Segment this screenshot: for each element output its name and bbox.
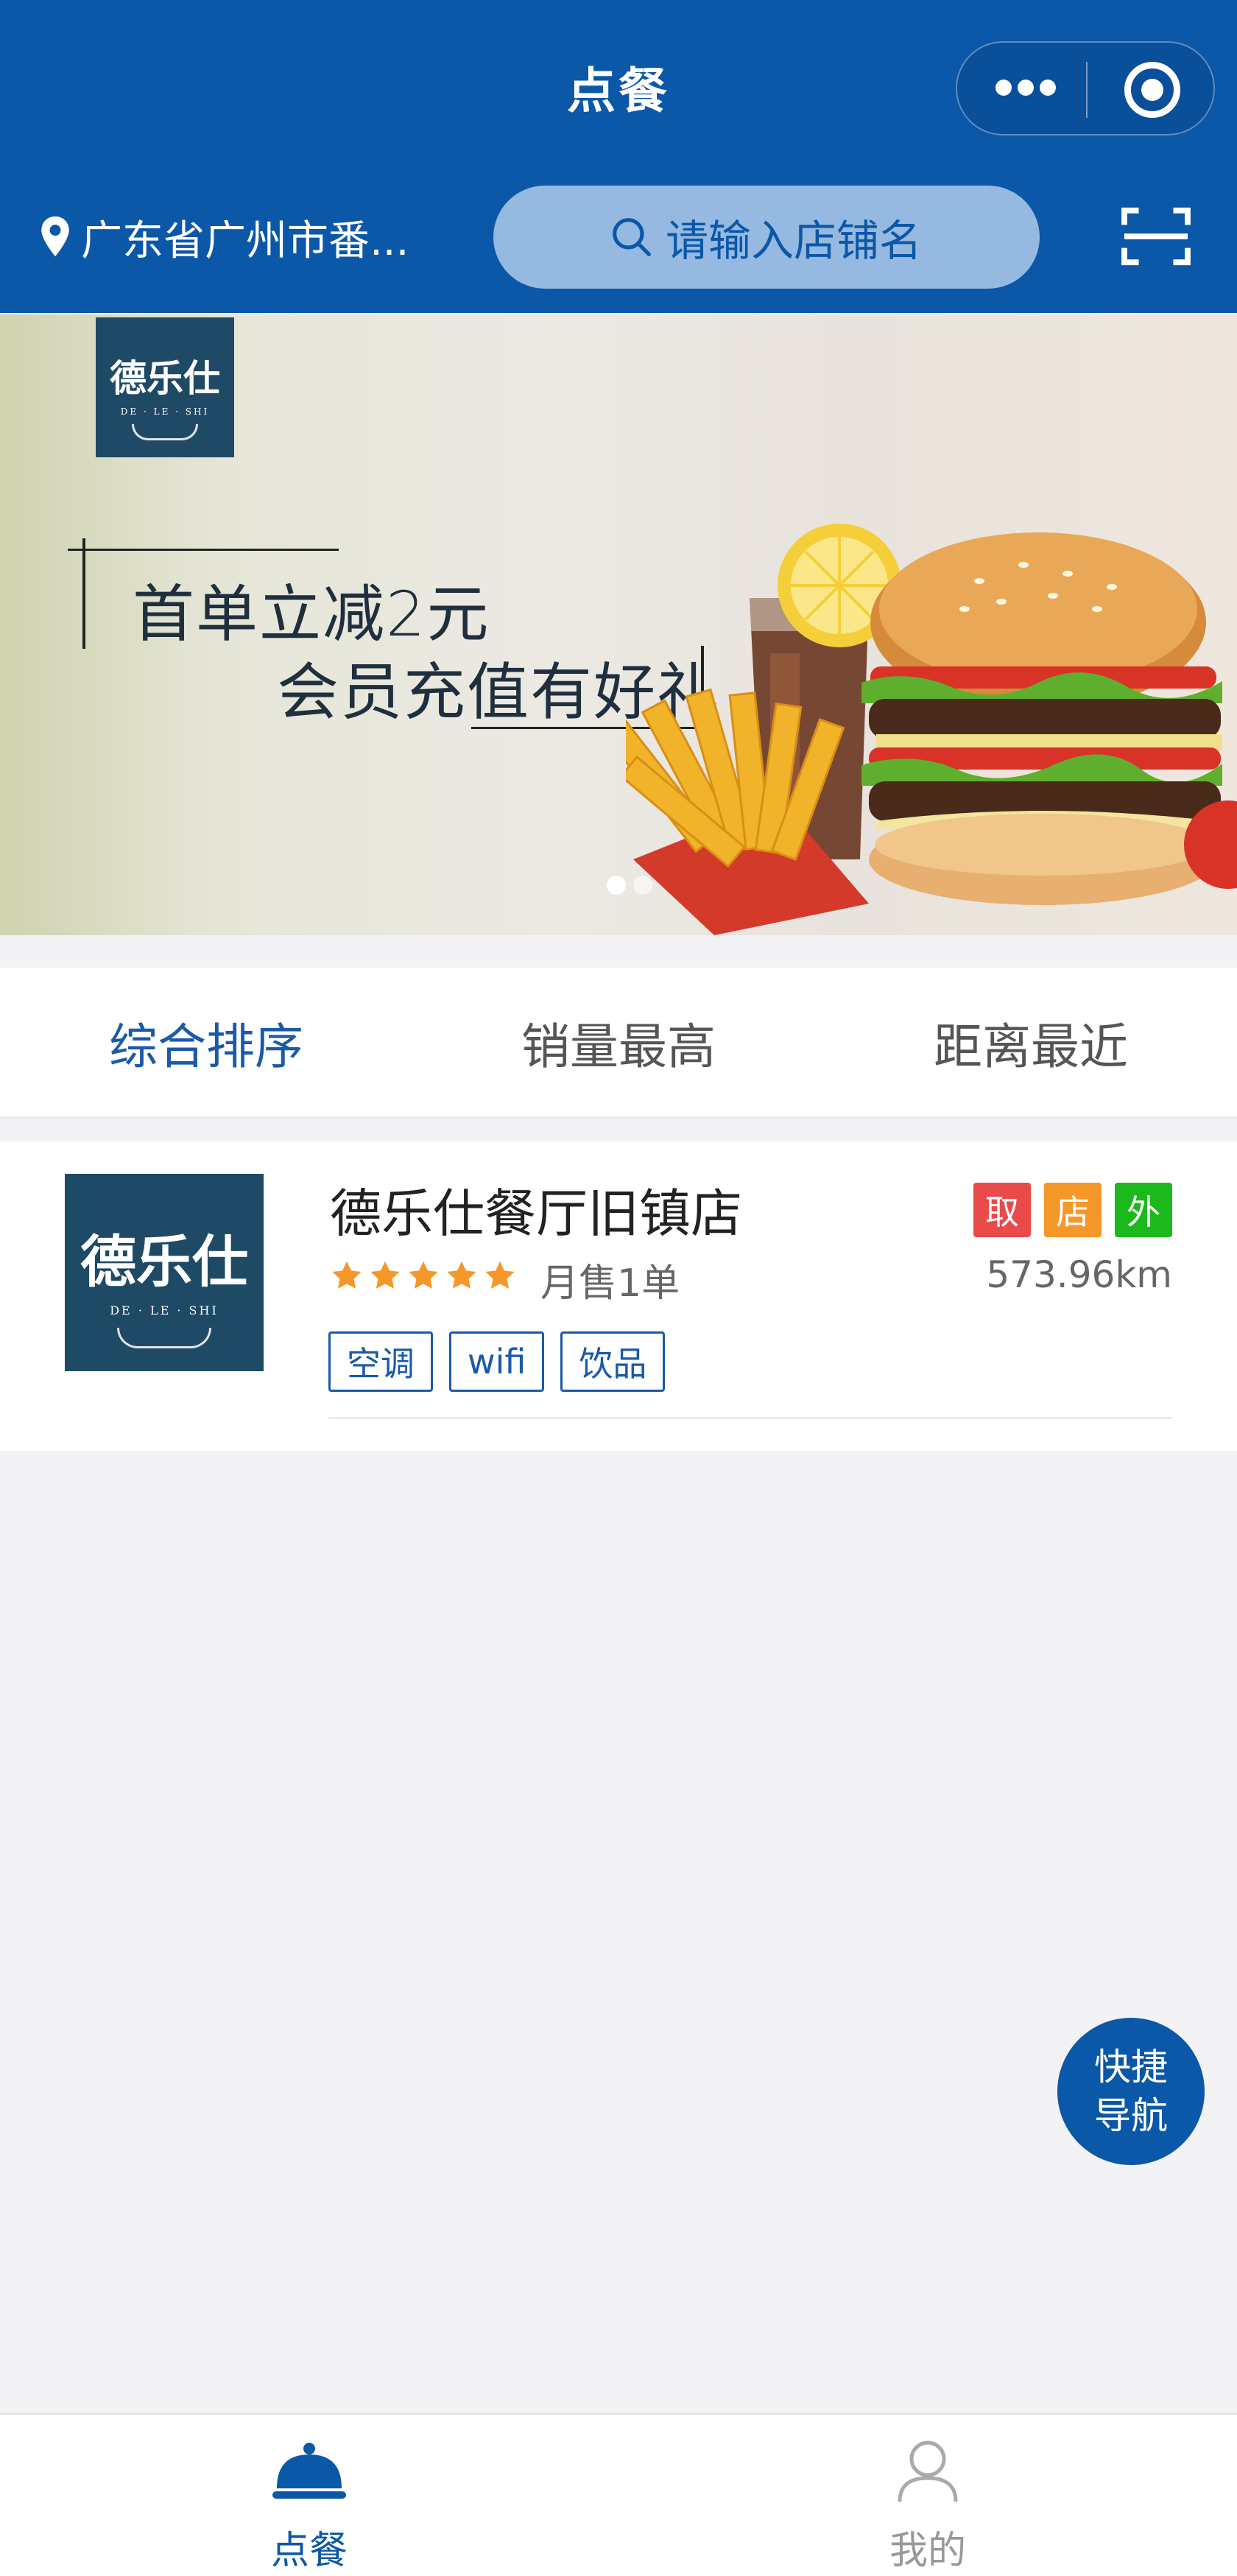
- tabbar-item-order[interactable]: 点餐: [0, 2415, 618, 2576]
- sort-tabs: 综合排序 销量最高 距离最近: [0, 968, 1237, 1118]
- banner-logo-subtext: DE · LE · SHI: [120, 407, 210, 417]
- badge-pickup: 取: [973, 1183, 1031, 1237]
- header: 点餐 广东省广州市番... 请输入店铺名: [0, 0, 1237, 313]
- banner-promo-line1: 首单立减2元: [133, 578, 490, 650]
- tab-comprehensive-sort[interactable]: 综合排序: [0, 968, 412, 1118]
- logo-ornament: [117, 1327, 211, 1348]
- banner-frame-line: [68, 549, 339, 551]
- shop-logo-text: 德乐仕: [80, 1228, 248, 1295]
- star-icon: [485, 1261, 515, 1289]
- quick-nav-button[interactable]: 快捷 导航: [1057, 2018, 1205, 2165]
- search-input[interactable]: 请输入店铺名: [493, 186, 1040, 289]
- shop-card[interactable]: 德乐仕 DE · LE · SHI 德乐仕餐厅旧镇店 取 店 外 月售1单 57…: [0, 1141, 1237, 1451]
- banner-frame-line: [82, 538, 85, 649]
- location-text: 广东省广州市番...: [81, 217, 409, 265]
- shop-logo: 德乐仕 DE · LE · SHI: [65, 1174, 264, 1371]
- badge-delivery: 外: [1115, 1183, 1172, 1237]
- card-divider: [328, 1417, 1172, 1419]
- capsule-divider: [1086, 62, 1088, 118]
- promo-banner[interactable]: 德乐仕 DE · LE · SHI 首单立减2元 会员充值有好礼: [0, 314, 1237, 935]
- monthly-sales: 月售1单: [540, 1261, 680, 1306]
- tabbar-label-order: 点餐: [270, 2529, 348, 2573]
- shop-logo-subtext: DE · LE · SHI: [110, 1303, 219, 1317]
- scan-icon[interactable]: [1121, 205, 1191, 268]
- tag-wifi: wifi: [449, 1331, 545, 1392]
- location-pin-icon: [41, 216, 69, 257]
- tab-top-sales[interactable]: 销量最高: [412, 968, 825, 1118]
- tag-aircon: 空调: [328, 1331, 433, 1392]
- shop-tags: 空调 wifi 饮品: [328, 1331, 666, 1392]
- star-icon: [409, 1261, 438, 1289]
- banner-logo-text: 德乐仕: [110, 356, 220, 400]
- quick-nav-label-2: 导航: [1094, 2094, 1168, 2137]
- burger-meal-illustration: [626, 524, 1237, 935]
- user-icon: [898, 2440, 958, 2502]
- tag-drinks: 饮品: [560, 1331, 666, 1392]
- cloche-icon: [272, 2443, 346, 2499]
- more-icon[interactable]: [995, 80, 1056, 99]
- close-target-icon[interactable]: [1124, 62, 1180, 118]
- quick-nav-label-1: 快捷: [1094, 2046, 1168, 2088]
- carousel-dot-active[interactable]: [607, 876, 626, 895]
- rating-stars: [330, 1259, 517, 1293]
- tabbar-item-mine[interactable]: 我的: [618, 2415, 1237, 2576]
- banner-brand-logo: 德乐仕 DE · LE · SHI: [96, 317, 234, 457]
- service-badges: 取 店 外: [973, 1183, 1172, 1237]
- star-icon: [332, 1261, 362, 1289]
- tabbar-label-mine: 我的: [889, 2529, 966, 2573]
- badge-dine-in: 店: [1044, 1183, 1102, 1237]
- logo-ornament: [132, 424, 198, 440]
- location-selector[interactable]: 广东省广州市番...: [38, 208, 451, 267]
- shop-distance: 573.96km: [986, 1253, 1172, 1296]
- tabs-divider: [0, 1116, 1237, 1119]
- carousel-dot[interactable]: [633, 876, 652, 895]
- page: 点餐 广东省广州市番... 请输入店铺名 德乐仕 DE · LE · SHI 首…: [0, 0, 1237, 2576]
- search-placeholder: 请输入店铺名: [665, 216, 922, 266]
- search-icon: [613, 218, 651, 256]
- miniprogram-capsule: [956, 41, 1215, 136]
- star-icon: [447, 1261, 476, 1289]
- star-icon: [370, 1261, 400, 1289]
- tab-nearest[interactable]: 距离最近: [825, 968, 1237, 1118]
- shop-name: 德乐仕餐厅旧镇店: [330, 1183, 742, 1244]
- bottom-tabbar: 点餐 我的: [0, 2413, 1237, 2576]
